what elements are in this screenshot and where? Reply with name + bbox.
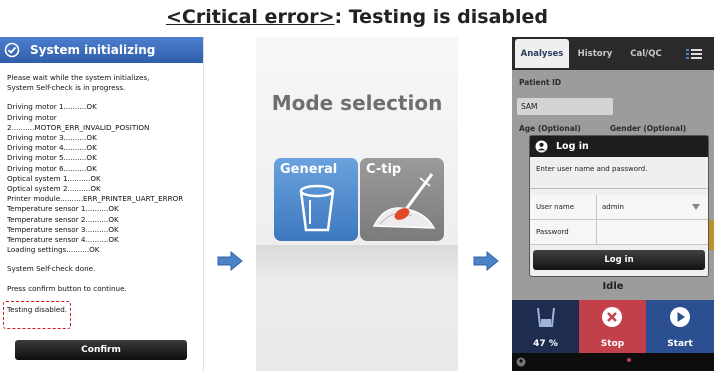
stop-x-icon [602, 307, 622, 327]
gender-label: Gender (Optional) [610, 124, 687, 133]
title-error-suffix: : Testing is disabled [334, 6, 548, 28]
stop-button[interactable]: Stop [579, 300, 646, 353]
password-label: Password [536, 228, 569, 236]
login-dialog: Log in Enter user name and password. Use… [529, 135, 709, 277]
cartridge-progress: 47 % [512, 300, 579, 353]
check-line: Temperature sensor 2..........OK [7, 214, 119, 224]
check-line: Printer module..........ERR_PRINTER_UART… [7, 194, 184, 204]
check-line: Optical system 1..........OK [7, 173, 101, 183]
tab-analyses[interactable]: Analyses [515, 39, 569, 68]
general-mode-tile[interactable]: General [274, 158, 358, 241]
tab-cal-qc[interactable]: Cal/QC [621, 39, 671, 68]
cup-icon [299, 184, 335, 232]
user-status-icon [516, 357, 526, 367]
check-line: Loading settings..........OK [7, 245, 100, 255]
c-tip-swab-icon [372, 173, 436, 229]
patient-id-field[interactable]: SAM [517, 98, 613, 115]
tab-history[interactable]: History [570, 39, 620, 68]
check-line: Driving motor 1..........OK [7, 102, 97, 112]
action-bar: 47 % Stop Start [512, 300, 714, 353]
testing-disabled-highlight: Testing disabled. [3, 300, 72, 330]
check-line: Driving motor 5..........OK [7, 153, 97, 163]
top-tab-bar: Analyses History Cal/QC [512, 37, 714, 70]
check-line: Optical system 2..........OK [7, 184, 101, 194]
play-icon [670, 307, 690, 327]
system-status-bar [512, 353, 714, 371]
progress-label: 47 % [533, 339, 558, 349]
menu-list-icon [686, 48, 702, 59]
system-initializing-screen: System initializing Please wait while th… [0, 37, 204, 371]
tile-reflection [256, 245, 458, 285]
check-line: Driving motor 6..........OK [7, 163, 97, 173]
check-line: Temperature sensor 1..........OK [7, 204, 119, 214]
status-idle: Idle [602, 281, 624, 292]
check-line: Temperature sensor 3..........OK [7, 224, 119, 234]
check-badge-icon [4, 42, 20, 58]
title-error-prefix: <Critical error> [166, 6, 335, 28]
start-button[interactable]: Start [646, 300, 714, 353]
password-row[interactable]: Password [530, 220, 708, 245]
stop-label: Stop [600, 339, 625, 349]
mode-selection-title: Mode selection [271, 91, 443, 115]
username-label: User name [536, 203, 575, 211]
start-label: Start [667, 339, 693, 349]
header-title: System initializing [30, 43, 156, 57]
username-value[interactable]: admin [602, 203, 624, 211]
intro-line: Please wait while the system initializes… [7, 73, 150, 82]
age-label: Age (Optional) [519, 124, 581, 133]
patient-id-label: Patient ID [519, 78, 562, 87]
check-line: Driving motor 3..........OK [7, 133, 97, 143]
user-icon [535, 140, 548, 153]
alert-dot-icon [627, 358, 631, 362]
page-title: <Critical error>: Testing is disabled [0, 6, 714, 28]
ctip-mode-tile[interactable]: C-tip [360, 158, 444, 241]
arrow-right-icon [473, 251, 499, 271]
testing-disabled-text: Testing disabled. [7, 304, 68, 314]
login-dialog-title: Log in [556, 141, 589, 152]
check-line: Temperature sensor 4..........OK [7, 235, 119, 245]
system-initializing-header: System initializing [0, 37, 203, 63]
self-check-log: Please wait while the system initializes… [0, 63, 203, 330]
login-dialog-header: Log in [530, 136, 708, 157]
check-line: Driving motor 2..........MOTOR_ERR_INVAL… [7, 112, 150, 132]
confirm-button[interactable]: Confirm [15, 340, 187, 360]
press-confirm-hint: Press confirm button to continue. [7, 283, 127, 293]
username-row[interactable]: User name admin [530, 195, 708, 220]
self-check-done: System Self-check done. [7, 264, 96, 274]
login-instructions: Enter user name and password. [530, 157, 708, 189]
general-label: General [280, 162, 338, 177]
dropdown-arrow-icon[interactable] [692, 204, 700, 210]
check-line: Driving motor 4..........OK [7, 143, 97, 153]
login-button[interactable]: Log in [533, 250, 705, 270]
arrow-right-icon [217, 251, 243, 271]
intro-line: System Self-check is in progress. [7, 83, 126, 93]
mode-selection-screen: Mode selection General C-tip [256, 37, 458, 371]
menu-button[interactable] [676, 39, 712, 68]
analyzer-login-screen: Analyses History Cal/QC Patient ID SAM A… [512, 37, 714, 371]
cartridge-icon [537, 307, 555, 327]
